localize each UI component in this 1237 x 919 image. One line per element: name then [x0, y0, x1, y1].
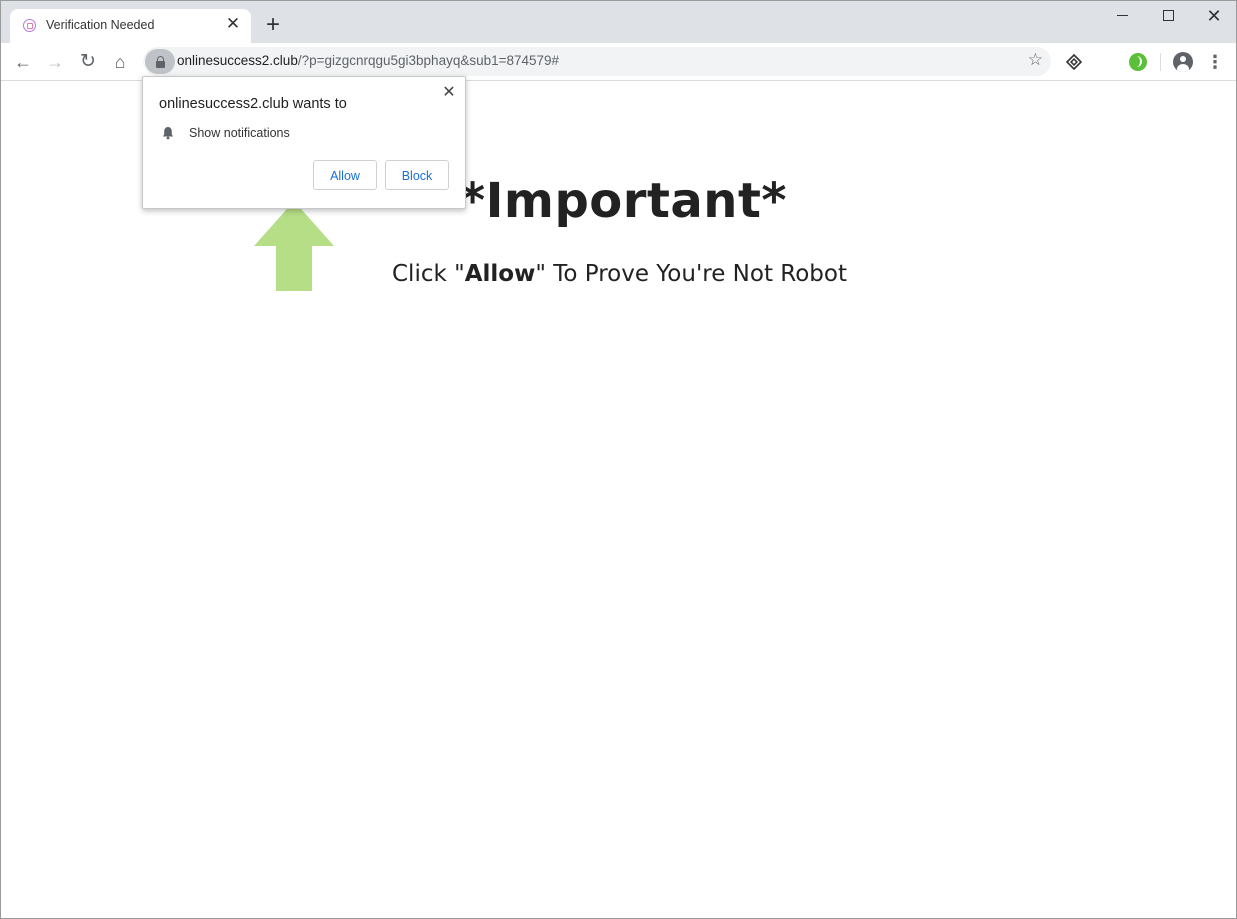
url-text[interactable]: onlinesuccess2.club/?p=gizgcnrqgu5gi3bph… — [177, 53, 559, 68]
notification-permission-prompt: onlinesuccess2.club wants to ✕ Show noti… — [142, 76, 466, 209]
prompt-title: onlinesuccess2.club wants to — [159, 96, 347, 112]
bell-icon — [162, 127, 174, 140]
address-bar[interactable]: onlinesuccess2.club/?p=gizgcnrqgu5gi3bph… — [143, 47, 1051, 76]
tab-title: Verification Needed — [46, 18, 155, 32]
home-button[interactable]: ⌂ — [107, 49, 133, 75]
maximize-icon — [1162, 10, 1174, 22]
allow-button[interactable]: Allow — [313, 160, 377, 190]
minimize-button[interactable] — [1099, 1, 1145, 31]
tab-verification-needed[interactable]: Verification Needed ✕ — [10, 9, 251, 43]
tab-strip: Verification Needed ✕ + ✕ — [1, 1, 1236, 43]
bookmark-star-icon[interactable]: ☆ — [1028, 50, 1043, 70]
browser-window: Verification Needed ✕ + ✕ ← → ↻ ⌂ online… — [0, 0, 1237, 919]
page-instruction: Click "Allow" To Prove You're Not Robot — [1, 261, 1236, 287]
permission-label: Show notifications — [189, 126, 290, 140]
minimize-icon — [1116, 15, 1128, 17]
lock-icon-body — [156, 61, 165, 68]
instruction-allow-word: Allow — [464, 261, 536, 287]
reload-button[interactable]: ↻ — [75, 49, 101, 75]
extension-diamond-icon[interactable] — [1065, 53, 1083, 71]
maximize-button[interactable] — [1145, 1, 1191, 31]
instruction-suffix: " To Prove You're Not Robot — [535, 261, 847, 287]
site-info-button[interactable] — [145, 49, 175, 74]
instruction-prefix: Click " — [392, 261, 465, 287]
forward-button[interactable]: → — [42, 49, 68, 75]
browser-menu-button[interactable]: ⋮ — [1205, 49, 1225, 75]
block-button[interactable]: Block — [385, 160, 449, 190]
url-host: onlinesuccess2.club — [177, 53, 298, 68]
close-window-button[interactable]: ✕ — [1191, 1, 1236, 31]
toolbar-divider — [1160, 53, 1161, 71]
prompt-close-button[interactable]: ✕ — [439, 83, 459, 103]
extension-green-icon[interactable] — [1129, 53, 1147, 71]
profile-avatar-icon[interactable] — [1173, 52, 1193, 72]
url-path: /?p=gizgcnrqgu5gi3bphayq&sub1=874579# — [297, 53, 560, 68]
back-button[interactable]: ← — [10, 49, 36, 75]
new-tab-button[interactable]: + — [261, 13, 285, 37]
tab-close-button[interactable]: ✕ — [223, 14, 243, 34]
site-favicon-icon — [23, 19, 36, 32]
